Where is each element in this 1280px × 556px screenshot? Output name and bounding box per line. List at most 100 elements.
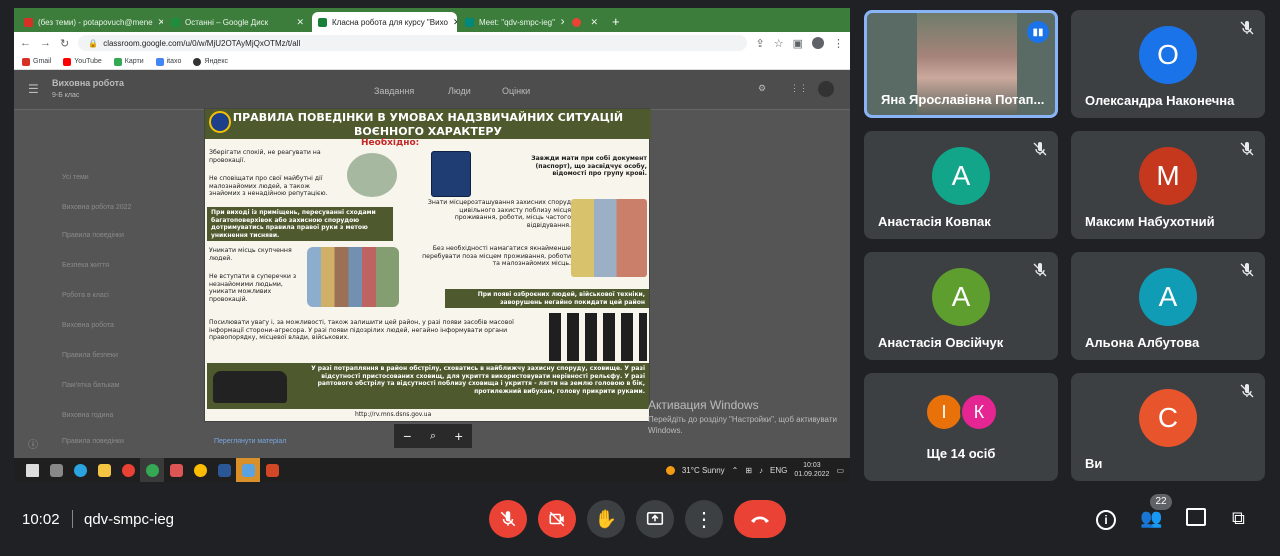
- task-view-icon[interactable]: [44, 458, 68, 482]
- zoom-icon[interactable]: ⌕: [430, 430, 436, 443]
- list-item[interactable]: Пам'ятка батькам: [62, 382, 120, 389]
- browser-tab[interactable]: Останні – Google Диск ✕: [165, 12, 310, 32]
- bookmark-itaxo[interactable]: itaxo: [155, 57, 181, 66]
- network-icon[interactable]: ⊞: [745, 466, 752, 475]
- browser-tab[interactable]: ✕: [566, 12, 604, 32]
- word-icon[interactable]: [212, 458, 236, 482]
- list-item[interactable]: Виховна робота: [62, 322, 114, 329]
- zoom-out-icon[interactable]: −: [403, 428, 411, 444]
- tab-classwork[interactable]: Завдання: [374, 86, 414, 96]
- poster-footer: http://rv.mns.dsns.gov.ua: [355, 411, 432, 418]
- language-indicator[interactable]: ENG: [770, 466, 787, 475]
- apps-icon[interactable]: ⋮⋮: [790, 83, 808, 94]
- chevron-up-icon[interactable]: ⌃: [732, 466, 739, 475]
- speaking-indicator-icon: ▮▮: [1027, 21, 1049, 43]
- view-material-link[interactable]: Переглянути матеріал: [214, 438, 286, 445]
- clock[interactable]: 10:03 01.09.2022: [794, 461, 829, 479]
- hang-up-icon: [751, 516, 769, 523]
- menu-icon[interactable]: ⋮: [833, 37, 844, 50]
- avatar: О: [1139, 26, 1197, 84]
- chrome-icon[interactable]: [188, 458, 212, 482]
- list-item[interactable]: Безпека життя: [62, 262, 109, 269]
- activities-icon[interactable]: ⧉: [1232, 508, 1245, 529]
- close-icon[interactable]: ✕: [158, 17, 163, 28]
- tab-people[interactable]: Люди: [448, 86, 471, 96]
- close-icon[interactable]: ✕: [590, 17, 598, 28]
- browser-tab[interactable]: (без теми) - potapovuch@mene ✕: [18, 12, 163, 32]
- participant-tile-overflow[interactable]: І К Ще 14 осіб: [864, 373, 1058, 481]
- more-options-button[interactable]: ⋮: [685, 500, 723, 538]
- camera-toggle-button[interactable]: [538, 500, 576, 538]
- explorer-icon[interactable]: [92, 458, 116, 482]
- avatar[interactable]: [818, 81, 834, 97]
- participant-tile[interactable]: А Анастасія Ковпак: [864, 131, 1058, 239]
- participant-tile[interactable]: А Альона Албутова: [1071, 252, 1265, 360]
- mic-off-icon: [1033, 142, 1047, 156]
- poster-banner-2: При появі озброєних людей, військової те…: [445, 289, 649, 308]
- settings-icon[interactable]: ⚙: [758, 83, 766, 94]
- volume-icon[interactable]: ♪: [759, 466, 763, 475]
- forward-icon[interactable]: →: [40, 37, 51, 49]
- edge-icon[interactable]: [68, 458, 92, 482]
- leave-call-button[interactable]: [734, 500, 786, 538]
- lock-icon: 🔒: [88, 38, 99, 48]
- participant-tile-self[interactable]: С Ви: [1071, 373, 1265, 481]
- app-icon[interactable]: [164, 458, 188, 482]
- raise-hand-button[interactable]: ✋: [587, 500, 625, 538]
- course-title[interactable]: Виховна робота: [52, 78, 124, 88]
- list-item[interactable]: Робота в класі: [62, 292, 109, 299]
- chrome-icon[interactable]: [116, 458, 140, 482]
- present-button[interactable]: [636, 500, 674, 538]
- poster-image: ПРАВИЛА ПОВЕДІНКИ В УМОВАХ НАДЗВИЧАЙНИХ …: [204, 108, 651, 422]
- list-item[interactable]: Правила поведінки: [62, 438, 124, 445]
- participant-overflow-label: Ще 14 осіб: [926, 446, 996, 461]
- meeting-details-icon[interactable]: i: [1096, 510, 1116, 530]
- powerpoint-icon[interactable]: [260, 458, 284, 482]
- people-icon[interactable]: 👥: [1140, 508, 1162, 529]
- tab-grades[interactable]: Оцінки: [502, 86, 530, 96]
- close-icon[interactable]: ✕: [560, 17, 564, 28]
- list-item[interactable]: Правила поведінки: [62, 232, 124, 239]
- more-vert-icon: ⋮: [694, 508, 714, 531]
- new-tab-icon[interactable]: +: [612, 14, 620, 29]
- start-icon[interactable]: [20, 458, 44, 482]
- mail-icon[interactable]: [236, 458, 260, 482]
- extensions-icon[interactable]: ▣: [793, 37, 803, 50]
- participant-tile[interactable]: М Максим Набухотний: [1071, 131, 1265, 239]
- participant-tile[interactable]: О Олександра Наконечна: [1071, 10, 1265, 118]
- bookmark-maps[interactable]: Карти: [113, 57, 144, 66]
- browser-tab-active[interactable]: Класна робота для курсу "Вихо ✕: [312, 12, 457, 32]
- people-count-badge: 22: [1150, 494, 1172, 510]
- list-item[interactable]: Правила безпеки: [62, 352, 118, 359]
- bookmark-youtube[interactable]: YouTube: [63, 57, 102, 66]
- reload-icon[interactable]: ↻: [60, 37, 69, 50]
- weather-text[interactable]: 31°C Sunny: [682, 466, 725, 475]
- itaxo-icon: [155, 57, 164, 66]
- meeting-time: 10:02: [22, 511, 60, 528]
- zoom-in-icon[interactable]: +: [455, 428, 463, 444]
- close-icon[interactable]: ✕: [296, 17, 304, 28]
- back-icon[interactable]: ←: [20, 37, 31, 49]
- hamburger-icon[interactable]: ☰: [28, 82, 39, 96]
- url-field[interactable]: 🔒 classroom.google.com/u/0/w/MjU2OTAyMjQx…: [78, 35, 747, 51]
- mic-toggle-button[interactable]: [489, 500, 527, 538]
- chat-icon[interactable]: [1186, 508, 1206, 526]
- classroom-header: ☰ Виховна робота 9-Б клас Завдання Люди …: [14, 70, 850, 110]
- share-icon[interactable]: ⇪: [756, 37, 765, 50]
- close-icon[interactable]: ✕: [453, 17, 457, 28]
- bookmark-yandex[interactable]: Яндекс: [193, 57, 228, 66]
- poster-text-8: Без необхідності намагатися якнайменше п…: [422, 245, 571, 268]
- participant-tile-speaker[interactable]: ▮▮ Яна Ярославівна Потап...: [864, 10, 1058, 118]
- chrome-icon[interactable]: [140, 458, 164, 482]
- browser-tab[interactable]: Meet: "qdv-smpc-ieg" ✕: [459, 12, 564, 32]
- camera-off-icon: [549, 511, 565, 527]
- notifications-icon[interactable]: ▭: [836, 466, 844, 475]
- bookmark-gmail[interactable]: Gmail: [22, 57, 51, 66]
- profile-icon[interactable]: [812, 37, 824, 49]
- list-item[interactable]: Виховна робота 2022: [62, 204, 131, 211]
- list-item[interactable]: Виховна година: [62, 412, 113, 419]
- star-icon[interactable]: ☆: [774, 37, 784, 50]
- participant-name: Максим Набухотний: [1085, 214, 1215, 229]
- participant-tile[interactable]: А Анастасія Овсійчук: [864, 252, 1058, 360]
- help-icon[interactable]: ⓘ: [28, 436, 38, 451]
